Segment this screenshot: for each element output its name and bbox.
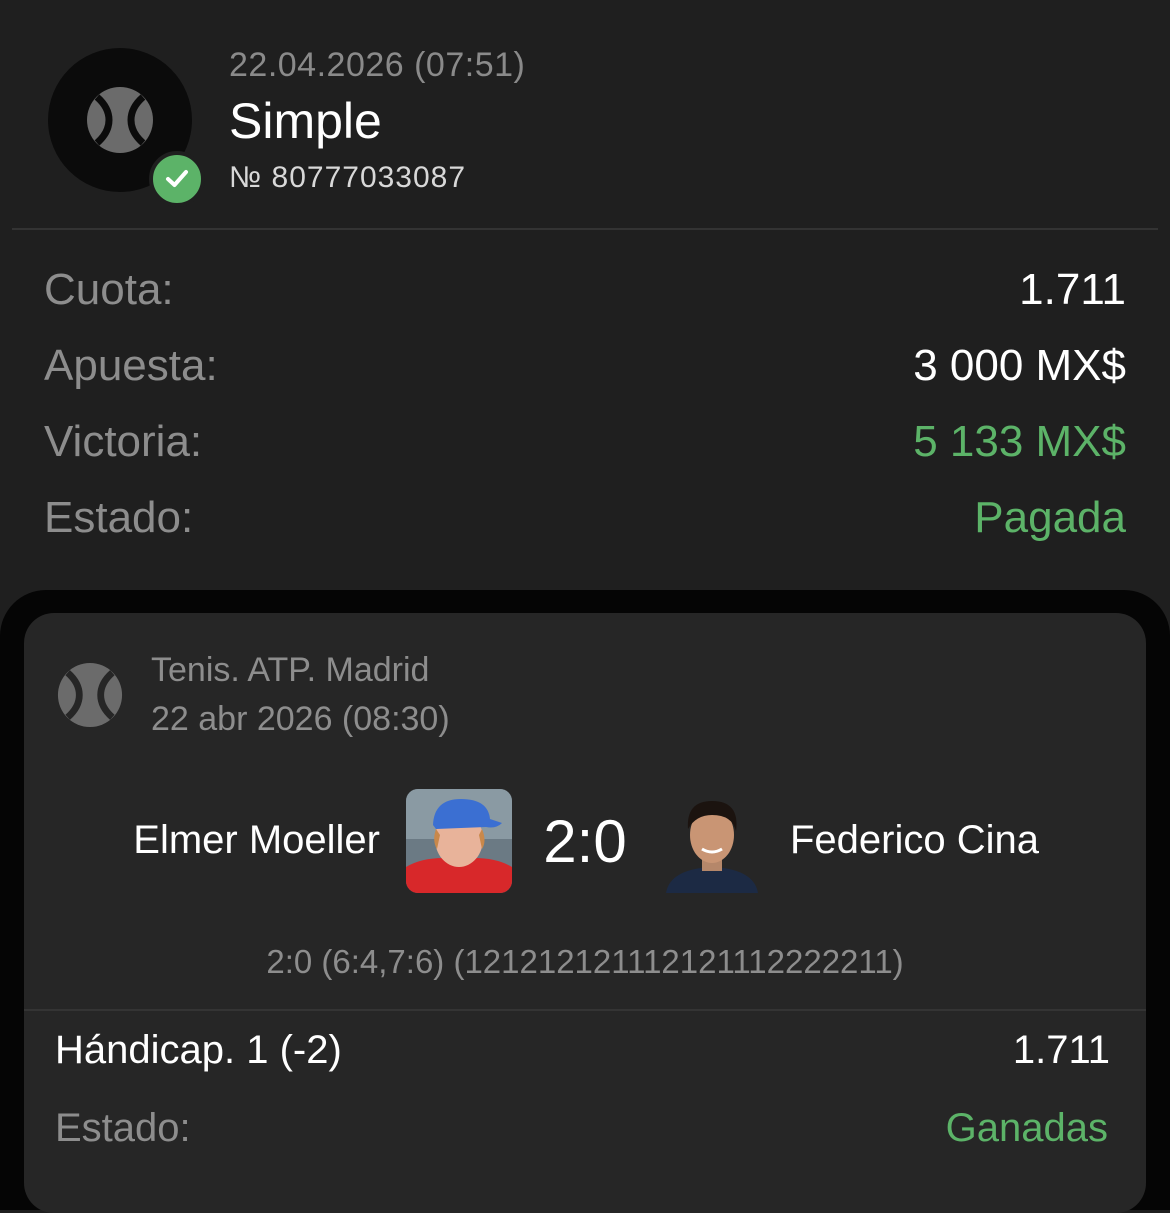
player-home-name: Elmer Moeller (133, 818, 380, 862)
event-date: 22 abr 2026 (08:30) (151, 700, 450, 738)
summary-row-winnings: Victoria: 5 133 MX$ (44, 417, 1126, 477)
tennis-ball-icon (57, 662, 123, 728)
divider (24, 1009, 1146, 1011)
status-value: Pagada (974, 493, 1126, 542)
player-home-photo (406, 789, 512, 893)
event-card[interactable]: Tenis. ATP. Madrid 22 abr 2026 (08:30) E… (24, 613, 1146, 1213)
selection-status-value: Ganadas (945, 1106, 1108, 1150)
match-score: 2:0 (543, 808, 627, 875)
bet-date: 22.04.2026 (07:51) (229, 46, 526, 84)
tennis-ball-icon (87, 87, 153, 153)
player-away-photo (664, 789, 760, 893)
status-label: Estado: (44, 493, 194, 542)
market-name: Hándicap. 1 (-2) (55, 1028, 342, 1072)
set-score-detail: 2:0 (6:4,7:6) (121212121112121112222211) (266, 943, 904, 980)
summary-row-status: Estado: Pagada (44, 493, 1126, 553)
summary-row-stake: Apuesta: 3 000 MX$ (44, 341, 1126, 401)
stake-value: 3 000 MX$ (913, 341, 1126, 390)
market-odds: 1.711 (1012, 1028, 1110, 1072)
check-circle-icon (149, 151, 205, 207)
odds-label: Cuota: (44, 265, 174, 314)
bet-header: 22.04.2026 (07:51) Simple № 80777033087 (0, 0, 1170, 230)
winnings-label: Victoria: (44, 417, 203, 466)
league-name: Tenis. ATP. Madrid (151, 651, 430, 689)
player-away-name: Federico Cina (790, 818, 1040, 862)
bet-type: Simple (229, 93, 382, 149)
odds-value: 1.711 (1019, 265, 1126, 314)
winnings-value: 5 133 MX$ (913, 417, 1126, 466)
summary-row-odds: Cuota: 1.711 (44, 265, 1126, 325)
selection-status-label: Estado: (55, 1106, 191, 1150)
divider (12, 228, 1158, 230)
stake-label: Apuesta: (44, 341, 218, 390)
sport-avatar (48, 48, 205, 207)
bet-number: № 80777033087 (229, 161, 467, 194)
